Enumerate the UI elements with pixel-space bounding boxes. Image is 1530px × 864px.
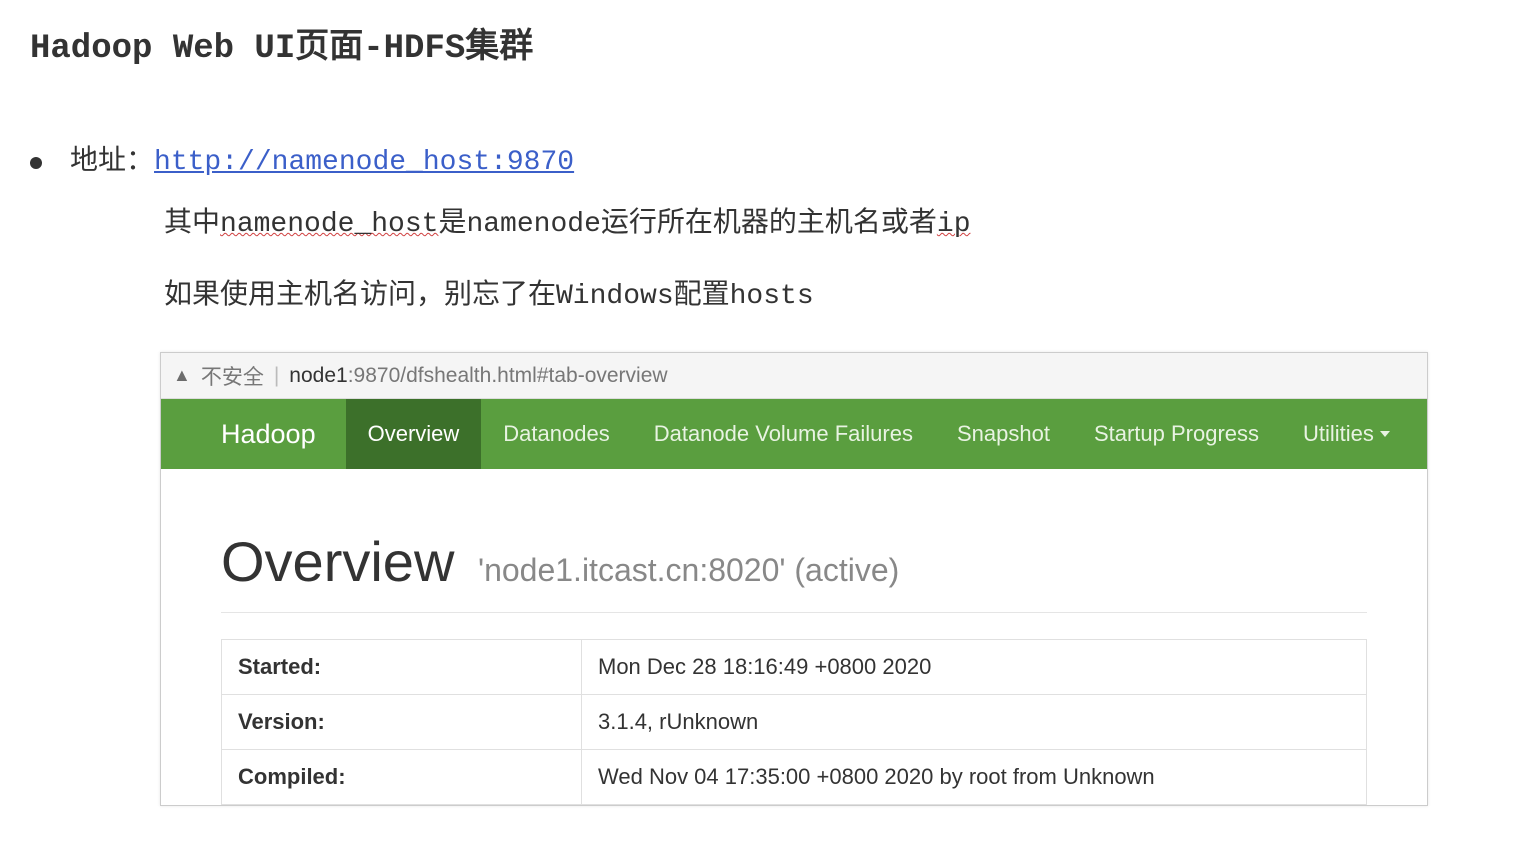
nav-tab-datanodes[interactable]: Datanodes bbox=[481, 399, 631, 469]
row-value-started: Mon Dec 28 18:16:49 +0800 2020 bbox=[582, 640, 1367, 695]
address-host: node1 bbox=[289, 364, 347, 388]
overview-info-table: Started: Mon Dec 28 18:16:49 +0800 2020 … bbox=[221, 639, 1367, 805]
navbar-brand[interactable]: Hadoop bbox=[161, 399, 346, 469]
content-area: Overview 'node1.itcast.cn:8020' (active)… bbox=[161, 469, 1427, 805]
nav-tab-utilities[interactable]: Utilities bbox=[1281, 399, 1412, 469]
insecure-label: 不安全 bbox=[201, 361, 264, 391]
bullet-list: 地址：http://namenode_host:9870 bbox=[0, 138, 1530, 178]
overview-title: Overview bbox=[221, 530, 454, 593]
row-value-compiled: Wed Nov 04 17:35:00 +0800 2020 by root f… bbox=[582, 750, 1367, 805]
address-separator: | bbox=[274, 364, 279, 388]
desc1-ip: ip bbox=[937, 209, 971, 240]
desc-line-2: 如果使用主机名访问，别忘了在Windows配置hosts bbox=[164, 272, 1530, 312]
nav-tab-label: Overview bbox=[368, 421, 460, 447]
table-row: Started: Mon Dec 28 18:16:49 +0800 2020 bbox=[222, 640, 1367, 695]
nav-tab-label: Startup Progress bbox=[1094, 421, 1259, 447]
nav-tab-datanode-volume-failures[interactable]: Datanode Volume Failures bbox=[632, 399, 935, 469]
address-path: :9870/dfshealth.html#tab-overview bbox=[348, 364, 668, 388]
hadoop-navbar: Hadoop Overview Datanodes Datanode Volum… bbox=[161, 399, 1427, 469]
chevron-down-icon bbox=[1380, 431, 1390, 437]
page-title: Hadoop Web UI页面-HDFS集群 bbox=[0, 0, 1530, 68]
nav-tab-startup-progress[interactable]: Startup Progress bbox=[1072, 399, 1281, 469]
row-label-version: Version: bbox=[222, 695, 582, 750]
table-row: Compiled: Wed Nov 04 17:35:00 +0800 2020… bbox=[222, 750, 1367, 805]
desc1-prefix: 其中 bbox=[164, 209, 220, 240]
row-label-started: Started: bbox=[222, 640, 582, 695]
desc1-namenode-host: namenode_host bbox=[220, 209, 438, 240]
desc1-mid: 是namenode运行所在机器的主机名或者 bbox=[438, 209, 936, 240]
overview-subtitle: 'node1.itcast.cn:8020' (active) bbox=[478, 552, 899, 588]
browser-screenshot: ▲ 不安全 | node1:9870/dfshealth.html#tab-ov… bbox=[160, 352, 1428, 806]
nav-tab-snapshot[interactable]: Snapshot bbox=[935, 399, 1072, 469]
row-value-version: 3.1.4, rUnknown bbox=[582, 695, 1367, 750]
nav-tab-overview[interactable]: Overview bbox=[346, 399, 482, 469]
row-label-compiled: Compiled: bbox=[222, 750, 582, 805]
bullet-item-address: 地址：http://namenode_host:9870 bbox=[30, 138, 1530, 178]
nav-tab-label: Snapshot bbox=[957, 421, 1050, 447]
nav-tab-label: Datanode Volume Failures bbox=[654, 421, 913, 447]
desc-line-1: 其中namenode_host是namenode运行所在机器的主机名或者ip bbox=[164, 200, 1530, 240]
address-label: 地址： bbox=[70, 144, 154, 175]
address-bar: ▲ 不安全 | node1:9870/dfshealth.html#tab-ov… bbox=[161, 353, 1427, 399]
nav-tab-label: Datanodes bbox=[503, 421, 609, 447]
warning-icon: ▲ bbox=[173, 365, 191, 386]
overview-heading: Overview 'node1.itcast.cn:8020' (active) bbox=[221, 529, 1367, 613]
nav-tab-label: Utilities bbox=[1303, 421, 1374, 447]
table-row: Version: 3.1.4, rUnknown bbox=[222, 695, 1367, 750]
namenode-url-link[interactable]: http://namenode_host:9870 bbox=[154, 147, 574, 178]
bullet-dot-icon bbox=[30, 157, 42, 169]
